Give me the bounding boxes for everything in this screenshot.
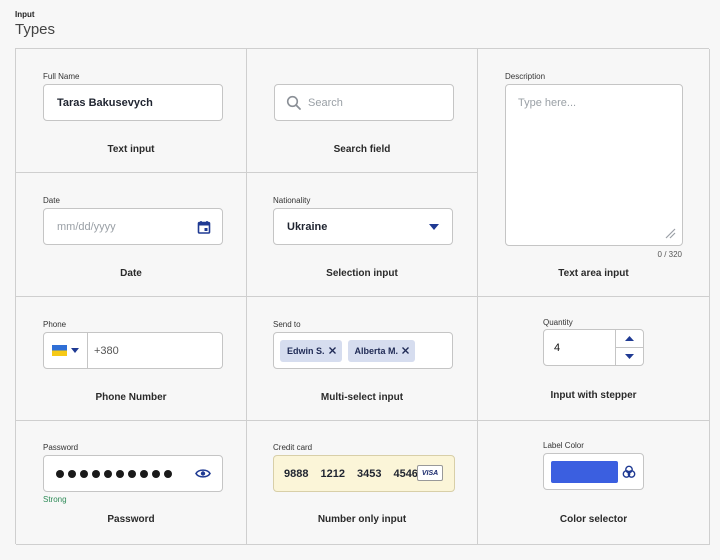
palette-icon[interactable] (622, 465, 636, 479)
textarea-caption: Text area input (558, 268, 629, 279)
phone-caption: Phone Number (95, 392, 167, 403)
nationality-value: Ukraine (287, 220, 328, 233)
date-label: Date (43, 196, 60, 205)
search-placeholder: Search (308, 96, 343, 109)
phone-cell: Phone +380 Phone Number (16, 297, 247, 421)
color-selector-caption: Color selector (559, 514, 628, 525)
eye-icon[interactable] (195, 468, 211, 479)
quantity-stepper[interactable]: 4 (543, 329, 644, 366)
password-label: Password (43, 443, 79, 452)
multiselect-cell: Send to Edwin S. Alberta M. Multi-select… (247, 297, 478, 421)
quantity-label: Quantity (543, 318, 573, 327)
search-field-caption: Search field (333, 144, 391, 155)
search-icon (286, 95, 302, 111)
page-title: Types (15, 21, 56, 38)
date-placeholder: mm/dd/yyyy (57, 220, 116, 233)
nationality-label: Nationality (273, 196, 311, 205)
full-name-value: Taras Bakusevych (57, 96, 153, 109)
phone-label: Phone (43, 320, 67, 329)
description-textarea[interactable]: Type here... (505, 84, 683, 246)
label-color-label: Label Color (543, 441, 584, 450)
send-to-label: Send to (273, 320, 301, 329)
date-cell: Date mm/dd/yyyy Date (16, 173, 247, 297)
credit-card-caption: Number only input (317, 514, 407, 525)
color-selector-input[interactable] (543, 453, 644, 490)
chevron-down-icon (429, 224, 439, 230)
credit-card-cell: Credit card 9888 1212 3453 4546 VISA Num… (247, 421, 478, 545)
close-icon[interactable] (402, 347, 409, 354)
full-name-label: Full Name (43, 72, 80, 81)
stepper-caption: Input with stepper (550, 390, 637, 401)
stepper-buttons (615, 330, 643, 365)
close-icon[interactable] (328, 347, 336, 354)
chip-alberta[interactable]: Alberta M. (347, 339, 416, 362)
password-strength: Strong (43, 495, 67, 504)
color-selector-cell: Label Color Color selector (478, 421, 710, 545)
date-input[interactable]: mm/dd/yyyy (43, 208, 223, 245)
country-code: +380 (94, 344, 119, 357)
text-input-cell: Full Name Taras Bakusevych Text input (16, 49, 247, 173)
section-kicker: Input (15, 10, 35, 19)
search-input[interactable]: Search (274, 84, 454, 121)
description-placeholder: Type here... (518, 97, 577, 109)
date-caption: Date (120, 268, 142, 279)
nationality-select[interactable]: Ukraine (273, 208, 453, 245)
country-selector[interactable] (44, 333, 88, 368)
phone-input[interactable]: +380 (43, 332, 223, 369)
card-group-3: 3453 (356, 467, 382, 480)
selection-caption: Selection input (326, 268, 398, 279)
full-name-input[interactable]: Taras Bakusevych (43, 84, 223, 121)
password-caption: Password (107, 514, 155, 525)
send-to-multiselect[interactable]: Edwin S. Alberta M. (273, 332, 453, 369)
card-number: 9888 1212 3453 4546 (284, 468, 418, 480)
card-group-2: 1212 (320, 467, 345, 480)
quantity-value: 4 (554, 341, 561, 354)
resize-handle-icon[interactable] (664, 227, 676, 239)
search-field-cell: Search Search field (247, 49, 478, 173)
selection-cell: Nationality Ukraine Selection input (247, 173, 478, 297)
multiselect-caption: Multi-select input (320, 392, 404, 403)
increment-button[interactable] (616, 330, 643, 347)
ukraine-flag-icon (52, 345, 67, 356)
chip-label: Edwin S. (287, 345, 325, 356)
textarea-cell: Description Type here... 0 / 320 Text ar… (478, 49, 710, 297)
chevron-down-icon (71, 348, 79, 353)
password-cell: Password Strong Password (16, 421, 247, 545)
chip-edwin[interactable]: Edwin S. (280, 339, 342, 362)
credit-card-input[interactable]: 9888 1212 3453 4546 VISA (273, 455, 455, 492)
chip-label: Alberta M. (354, 345, 399, 356)
visa-logo-icon: VISA (417, 465, 443, 481)
card-group-1: 9888 (284, 467, 309, 480)
character-counter: 0 / 320 (657, 250, 682, 259)
stepper-cell: Quantity 4 Input with stepper (478, 297, 710, 421)
color-swatch[interactable] (551, 460, 618, 483)
calendar-icon[interactable] (197, 220, 211, 234)
credit-card-label: Credit card (273, 443, 313, 452)
masked-password (56, 469, 172, 478)
description-label: Description (505, 72, 546, 81)
chevron-down-icon (625, 354, 634, 359)
decrement-button[interactable] (616, 347, 643, 365)
chevron-up-icon (625, 336, 634, 341)
password-input[interactable] (43, 455, 223, 492)
card-group-4: 4546 (393, 467, 418, 480)
input-types-grid: Full Name Taras Bakusevych Text input Se… (15, 48, 710, 545)
text-input-caption: Text input (107, 144, 155, 155)
